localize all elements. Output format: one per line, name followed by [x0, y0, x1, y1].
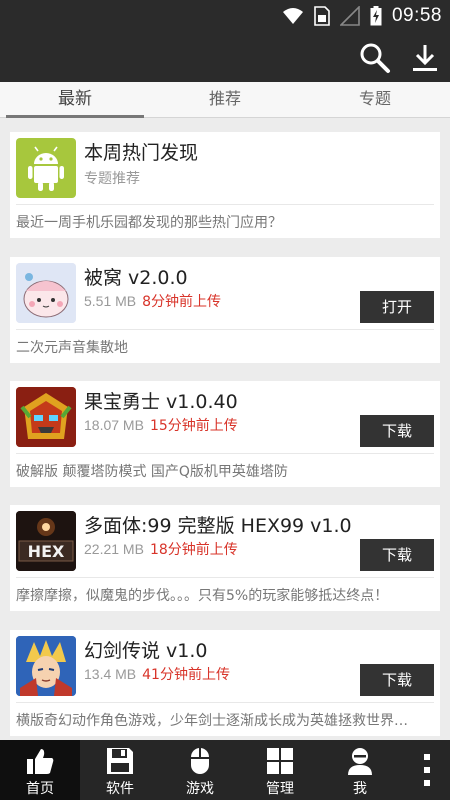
feature-title: 本周热门发现: [84, 142, 199, 164]
divider: [16, 702, 434, 703]
app-size: 22.21 MB: [84, 541, 144, 557]
app-card[interactable]: 被窝 v2.0.0 5.51 MB 8分钟前上传 打开 二次元声音集散地: [10, 257, 440, 363]
app-meta: 5.51 MB 8分钟前上传: [84, 291, 221, 311]
bottom-nav: 首页 软件 游戏 管理 我: [0, 740, 450, 800]
nav-manage[interactable]: 管理: [240, 740, 320, 800]
feature-card[interactable]: 本周热门发现 专题推荐 最近一周手机乐园都发现的那些热门应用？: [10, 132, 440, 238]
hex-icon-text: HEX: [28, 542, 65, 561]
app-description: 横版奇幻动作角色游戏，少年剑士逐渐成长成为英雄拯救世界…: [16, 713, 408, 729]
app-upload-time: 15分钟前上传: [149, 418, 238, 434]
sim-icon: [314, 6, 330, 26]
app-title: 多面体:99 完整版 HEX99 v1.0: [84, 515, 352, 537]
app-title: 幻剑传说 v1.0: [84, 640, 208, 662]
more-vertical-icon: [424, 754, 430, 786]
nav-me-label: 我: [353, 781, 367, 797]
nav-games-label: 游戏: [186, 781, 214, 797]
tab-recommended[interactable]: 推荐: [150, 82, 300, 117]
app-title: 果宝勇士 v1.0.40: [84, 391, 238, 413]
app-description: 破解版 颠覆塔防模式 国产Q版机甲英雄塔防: [16, 464, 288, 480]
open-button[interactable]: 打开: [360, 291, 434, 323]
nav-home[interactable]: 首页: [0, 740, 80, 800]
beiwo-app-icon: [16, 263, 76, 323]
signal-icon: [339, 6, 360, 26]
app-description: 摩擦摩擦，似魔鬼的步伐。。。只有5%的玩家能够抵达终点！: [16, 588, 389, 604]
nav-manage-label: 管理: [266, 781, 294, 797]
feature-description: 最近一周手机乐园都发现的那些热门应用？: [16, 215, 282, 231]
app-meta: 13.4 MB 41分钟前上传: [84, 664, 230, 684]
tab-topics[interactable]: 专题: [300, 82, 450, 117]
overflow-menu-button[interactable]: [400, 740, 450, 800]
feature-subtitle: 专题推荐: [84, 171, 140, 187]
app-upload-time: 41分钟前上传: [142, 667, 230, 683]
download-manager-button[interactable]: [405, 38, 445, 78]
app-meta: 18.07 MB 15分钟前上传: [84, 415, 238, 435]
nav-games[interactable]: 游戏: [160, 740, 240, 800]
nav-home-label: 首页: [26, 781, 54, 797]
app-size: 18.07 MB: [84, 417, 144, 433]
android-icon: [16, 138, 76, 198]
app-title: 被窝 v2.0.0: [84, 267, 188, 289]
divider: [16, 204, 434, 205]
grid-icon: [267, 748, 293, 774]
action-bar: [0, 32, 450, 82]
app-meta: 22.21 MB 18分钟前上传: [84, 539, 238, 559]
tab-latest[interactable]: 最新: [0, 82, 150, 118]
battery-icon: [370, 6, 382, 26]
divider: [16, 329, 434, 330]
app-upload-time: 18分钟前上传: [149, 542, 238, 558]
search-icon: [360, 43, 390, 73]
app-size: 5.51 MB: [84, 293, 137, 309]
nav-software[interactable]: 软件: [80, 740, 160, 800]
status-clock: 09:58: [391, 5, 442, 26]
app-size: 13.4 MB: [84, 666, 137, 682]
search-button[interactable]: [355, 38, 395, 78]
thumbs-up-icon: [27, 749, 54, 774]
download-button[interactable]: 下载: [360, 664, 434, 696]
guobao-app-icon: [16, 387, 76, 447]
app-description: 二次元声音集散地: [16, 340, 128, 356]
huanjian-app-icon: [16, 636, 76, 696]
floppy-icon: [107, 748, 133, 774]
app-card[interactable]: HEX 多面体:99 完整版 HEX99 v1.0 22.21 MB 18分钟前上…: [10, 505, 440, 611]
wifi-icon: [282, 8, 303, 24]
download-icon: [413, 45, 437, 71]
download-button[interactable]: 下载: [360, 415, 434, 447]
status-bar: 09:58: [0, 0, 450, 32]
divider: [16, 453, 434, 454]
app-upload-time: 8分钟前上传: [142, 294, 222, 310]
user-icon: [348, 748, 372, 775]
app-card[interactable]: 果宝勇士 v1.0.40 18.07 MB 15分钟前上传 下载 破解版 颠覆塔防…: [10, 381, 440, 487]
nav-software-label: 软件: [106, 781, 134, 797]
download-button[interactable]: 下载: [360, 539, 434, 571]
mouse-icon: [191, 748, 209, 774]
tab-bar: 最新 推荐 专题: [0, 82, 450, 118]
app-list: 本周热门发现 专题推荐 最近一周手机乐园都发现的那些热门应用？ 被窝 v2.0.…: [0, 118, 450, 740]
app-card[interactable]: 幻剑传说 v1.0 13.4 MB 41分钟前上传 下载 横版奇幻动作角色游戏，少…: [10, 630, 440, 736]
nav-me[interactable]: 我: [320, 740, 400, 800]
hex-app-icon: HEX: [16, 511, 76, 571]
divider: [16, 577, 434, 578]
